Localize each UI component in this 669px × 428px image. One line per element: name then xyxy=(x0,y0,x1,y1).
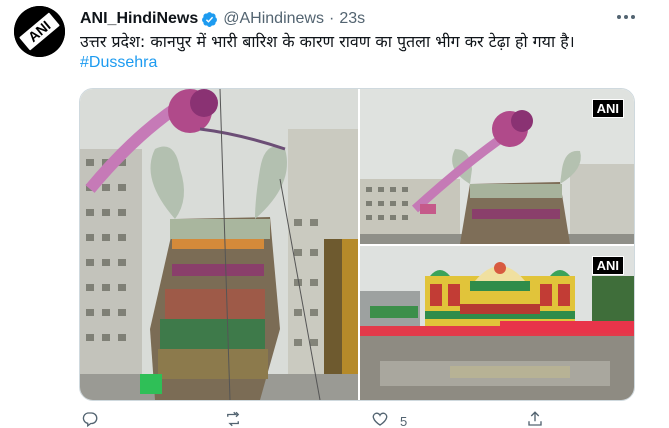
user-handle[interactable]: @AHindinews xyxy=(223,10,324,28)
retweet-button[interactable] xyxy=(223,410,253,428)
media-photo-3[interactable]: ANI xyxy=(360,246,634,400)
display-name[interactable]: ANI_HindiNews xyxy=(80,10,198,28)
tweet-timestamp[interactable]: 23s xyxy=(339,10,365,28)
verified-badge-icon xyxy=(201,11,218,28)
share-button[interactable] xyxy=(525,410,555,428)
ani-watermark: ANI xyxy=(591,256,624,275)
ani-logo: ANI xyxy=(14,6,65,57)
tweet-text: उत्तर प्रदेश: कानपुर में भारी बारिश के क… xyxy=(80,32,575,51)
more-options-icon[interactable] xyxy=(614,6,638,28)
media-photo-1[interactable] xyxy=(80,89,358,400)
ani-watermark: ANI xyxy=(591,99,624,118)
avatar[interactable]: ANI xyxy=(14,6,65,57)
tweet-header: ANI_HindiNews @AHindinews · 23s xyxy=(80,8,365,30)
heart-icon xyxy=(370,410,390,428)
hashtag-link[interactable]: #Dussehra xyxy=(80,54,157,72)
share-icon xyxy=(525,410,545,428)
like-button[interactable]: 5 xyxy=(370,410,407,428)
retweet-icon xyxy=(223,410,243,428)
reply-button[interactable] xyxy=(80,410,110,428)
reply-icon xyxy=(80,410,100,428)
separator-dot: · xyxy=(328,10,335,27)
like-count: 5 xyxy=(400,414,408,428)
media-photo-2[interactable]: ANI xyxy=(360,89,634,244)
media-grid: ANI ANI xyxy=(79,88,635,401)
tweet-actions: 5 xyxy=(80,410,560,428)
